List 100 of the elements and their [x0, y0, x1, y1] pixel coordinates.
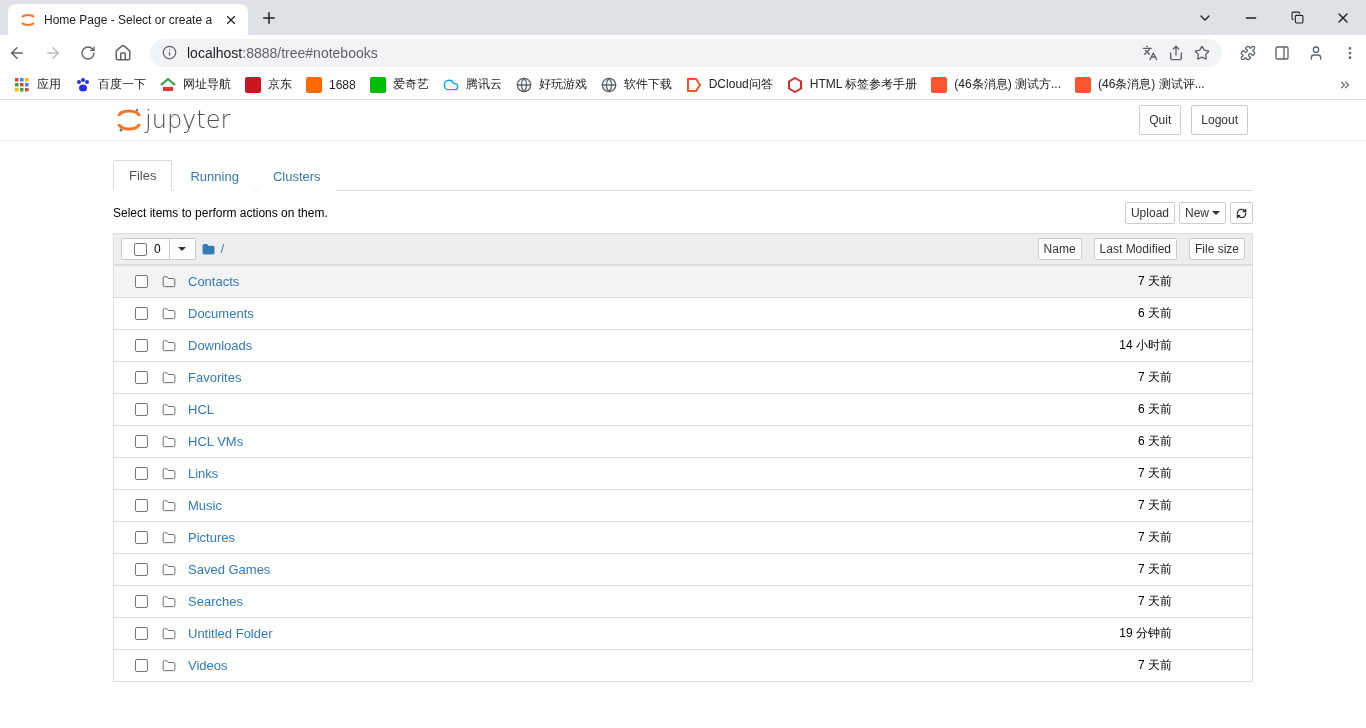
modified-time: 7 天前 — [1137, 657, 1172, 674]
file-row[interactable]: Contacts 7 天前 — [114, 265, 1252, 297]
folder-link[interactable]: Contacts — [188, 274, 1022, 289]
bookmark-link[interactable]: DCloud问答 — [708, 76, 773, 93]
folder-link[interactable]: Documents — [188, 306, 1022, 321]
folder-icon — [162, 370, 176, 385]
sort-button[interactable]: Name — [1037, 238, 1082, 260]
checkbox[interactable] — [134, 242, 147, 256]
modified-time: 7 天前 — [1137, 529, 1172, 546]
modified-time: 7 天前 — [1137, 369, 1172, 386]
checkbox[interactable] — [135, 659, 148, 672]
sort-button[interactable]: Last Modified — [1093, 238, 1177, 260]
refresh-icon — [1236, 207, 1247, 219]
selected-count: 0 — [154, 242, 161, 256]
modified-time: 7 天前 — [1137, 273, 1172, 290]
checkbox[interactable] — [135, 499, 148, 512]
folder-icon — [162, 498, 176, 513]
globe-icon — [600, 76, 617, 93]
bookmark-link[interactable]: 软件下载 — [623, 76, 672, 93]
folder-link[interactable]: Untitled Folder — [188, 626, 1022, 641]
select-all-control[interactable]: 0 — [121, 238, 196, 260]
bookmark-link[interactable]: 爱奇艺 — [392, 76, 429, 93]
translate-icon[interactable] — [1142, 44, 1158, 61]
modified-time: 6 天前 — [1137, 433, 1172, 450]
folder-icon — [162, 434, 176, 449]
folder-link[interactable]: Links — [188, 466, 1022, 481]
folder-link[interactable]: HCL VMs — [188, 434, 1022, 449]
folder-link[interactable]: Searches — [188, 594, 1022, 609]
pentagon-outline-icon — [685, 76, 702, 93]
modified-time: 7 天前 — [1137, 561, 1172, 578]
address-bar[interactable]: localhost:8888/tree#notebooks — [150, 38, 1222, 67]
hint-text: Select items to perform actions on them. — [113, 206, 329, 220]
checkbox[interactable] — [135, 435, 148, 448]
folder-icon — [162, 530, 176, 545]
bookmark-link[interactable]: (46条消息) 测试方... — [954, 76, 1061, 93]
logo-text: jupyter — [145, 106, 231, 134]
folder-icon — [162, 466, 176, 481]
site-tile-icon — [306, 76, 322, 93]
star-icon[interactable] — [1194, 44, 1210, 61]
folder-link[interactable]: Downloads — [188, 338, 1022, 353]
header-button[interactable]: Quit — [1139, 105, 1182, 135]
bookmark-link[interactable]: 京东 — [268, 76, 292, 93]
globe-icon — [515, 76, 532, 93]
reload-icon[interactable] — [80, 44, 96, 61]
folder-link[interactable]: Saved Games — [188, 562, 1022, 577]
folder-link[interactable]: Favorites — [188, 370, 1022, 385]
paw-icon — [75, 76, 91, 93]
bookmark-link[interactable]: 1688 — [329, 77, 356, 92]
share-icon[interactable] — [1168, 44, 1184, 61]
checkbox[interactable] — [135, 595, 148, 608]
folder-link[interactable]: Music — [188, 498, 1022, 513]
bookmark-link[interactable]: 好玩游戏 — [538, 76, 587, 93]
apps-grid-icon — [14, 76, 30, 93]
bookmark-link[interactable]: 网址导航 — [183, 76, 231, 93]
folder-icon — [162, 402, 176, 417]
site-tile-icon — [931, 76, 948, 93]
checkbox[interactable] — [135, 531, 148, 544]
folder-icon — [162, 274, 176, 289]
checkbox[interactable] — [135, 307, 148, 320]
tab[interactable]: Files — [113, 160, 173, 191]
caret-icon — [1212, 211, 1220, 215]
checkbox[interactable] — [135, 627, 148, 640]
puzzle-icon[interactable] — [1240, 44, 1256, 61]
side-panel-icon[interactable] — [1274, 44, 1290, 61]
bookmark-link[interactable]: 应用 — [37, 76, 61, 93]
checkbox[interactable] — [135, 403, 148, 416]
browser-tab-title: Home Page - Select or create a — [44, 12, 214, 27]
checkbox[interactable] — [135, 563, 148, 576]
home-icon[interactable] — [114, 43, 132, 62]
bookmark-link[interactable]: HTML 标签参考手册 — [809, 76, 918, 93]
checkbox[interactable] — [135, 371, 148, 384]
new-button[interactable]: New — [1179, 202, 1226, 224]
folder-icon — [201, 242, 215, 256]
modified-time: 7 天前 — [1137, 593, 1172, 610]
folder-icon — [162, 594, 176, 609]
site-tile-icon — [245, 76, 261, 93]
jupyter-logo-icon — [20, 11, 36, 28]
refresh-button[interactable] — [1230, 202, 1253, 224]
bookmark-link[interactable]: (46条消息) 测试评... — [1098, 76, 1205, 93]
folder-icon — [162, 562, 176, 577]
site-tile-icon — [1075, 76, 1091, 93]
folder-link[interactable]: HCL — [188, 402, 1022, 417]
bookmark-link[interactable]: 腾讯云 — [465, 76, 502, 93]
jupyter-logo-icon — [117, 107, 141, 133]
bookmark-link[interactable]: 百度一下 — [98, 76, 146, 93]
profile-icon[interactable] — [1308, 44, 1324, 61]
upload-button[interactable]: Upload — [1124, 202, 1175, 224]
modified-time: 14 小时前 — [1118, 337, 1172, 354]
sort-button[interactable]: File size — [1189, 238, 1245, 260]
checkbox[interactable] — [135, 467, 148, 480]
folder-icon — [162, 338, 176, 353]
checkbox[interactable] — [135, 275, 148, 288]
checkbox[interactable] — [135, 339, 148, 352]
folder-link[interactable]: Pictures — [188, 530, 1022, 545]
folder-icon — [162, 658, 176, 673]
folder-link[interactable]: Videos — [188, 658, 1022, 673]
path-link[interactable]: / — [220, 242, 225, 256]
header-button[interactable]: Logout — [1191, 105, 1248, 135]
browser-tab[interactable]: Home Page - Select or create a — [8, 4, 248, 35]
hexagon-icon — [786, 76, 803, 93]
